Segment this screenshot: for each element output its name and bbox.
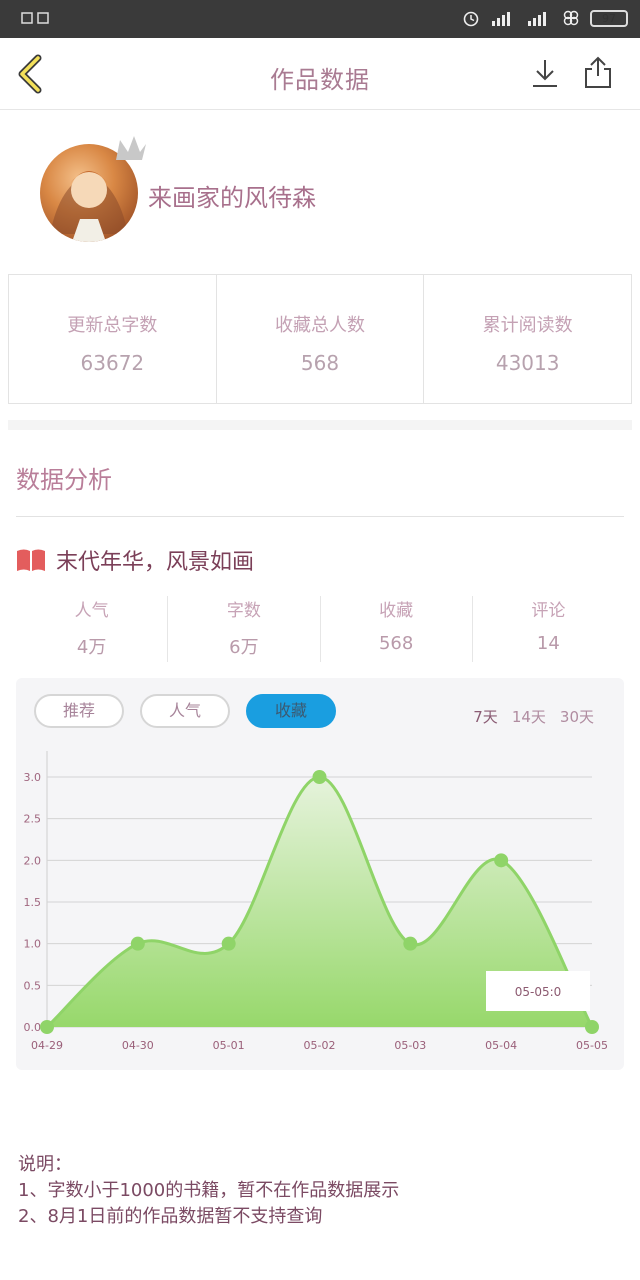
metric-value: 4万 (76, 637, 107, 658)
stat-value: 63672 (80, 351, 145, 375)
metric-label: 收藏 (379, 601, 414, 621)
metric-label: 人气 (74, 601, 109, 621)
battery-icon: 97 (590, 9, 628, 27)
metric-comments: 评论 14 (473, 596, 624, 662)
status-bar: 97 (0, 0, 640, 38)
range-7-days[interactable]: 7天 (473, 706, 498, 727)
x-tick-label: 04-29 (31, 1039, 63, 1052)
tooltip-text: 05-05:0 (515, 985, 562, 999)
notes-heading: 说明： (18, 1154, 72, 1175)
metric-favorites: 收藏 568 (321, 596, 473, 662)
author-name: 来画家的风待森 (148, 184, 316, 212)
stat-value: 568 (300, 351, 340, 375)
analysis-title: 数据分析 (16, 466, 112, 494)
notes: 说明： 1、字数小于1000的书籍，暂不在作品数据展示 2、8月1日前的作品数据… (18, 1152, 399, 1230)
data-point (130, 936, 145, 951)
battery-text: 97 (602, 11, 616, 25)
metric-words: 字数 6万 (168, 596, 321, 662)
share-icon (585, 56, 611, 88)
stat-total-reads: 累计阅读数 43013 (424, 275, 631, 403)
tab-favorites[interactable]: 收藏 (246, 694, 336, 728)
metric-label: 字数 (226, 601, 261, 621)
data-point (494, 853, 509, 868)
stat-total-words: 更新总字数 63672 (9, 275, 217, 403)
nav-bar: 作品数据 (0, 38, 640, 110)
metric-popularity: 人气 4万 (16, 596, 169, 662)
range-14-days[interactable]: 14天 (512, 706, 546, 727)
tab-recommend[interactable]: 推荐 (34, 694, 124, 728)
metric-label: 评论 (531, 601, 566, 621)
totals-grid: 更新总字数 63672 收藏总人数 568 累计阅读数 43013 (8, 274, 632, 404)
note-item: 2、8月1日前的作品数据暂不支持查询 (18, 1206, 323, 1227)
download-button[interactable] (528, 56, 562, 90)
y-tick-label: 1.5 (24, 896, 42, 909)
x-tick-label: 05-05 (576, 1039, 608, 1052)
stat-total-favorites: 收藏总人数 568 (217, 275, 425, 403)
range-30-days[interactable]: 30天 (560, 706, 594, 727)
data-point (403, 936, 418, 951)
x-tick-label: 05-01 (213, 1039, 245, 1052)
notification-icon (21, 12, 49, 24)
book-title: 末代年华，风景如画 (56, 550, 255, 575)
metric-value: 6万 (229, 637, 259, 658)
book-header: 末代年华，风景如画 (16, 544, 254, 576)
data-point (585, 1020, 599, 1034)
metric-value: 14 (536, 633, 560, 654)
x-tick-label: 04-30 (122, 1039, 154, 1052)
stat-label: 收藏总人数 (275, 315, 365, 336)
x-tick-label: 05-02 (304, 1039, 336, 1052)
y-tick-label: 0.5 (24, 979, 42, 992)
y-tick-label: 2.0 (24, 854, 42, 867)
share-button[interactable] (581, 56, 615, 90)
divider (16, 516, 624, 517)
x-tick-label: 05-03 (394, 1039, 426, 1052)
note-item: 1、字数小于1000的书籍，暂不在作品数据展示 (18, 1180, 400, 1201)
signal-hd-icon (490, 9, 516, 27)
alarm-icon (462, 9, 480, 27)
chart-card: 0.0 0.5 1.0 1.5 2.0 2.5 3.0 04-29 04-30 05-01 05-0… (16, 678, 624, 1070)
download-icon (533, 60, 557, 87)
stat-label: 累计阅读数 (482, 315, 573, 336)
data-point (40, 1020, 54, 1034)
stat-label: 更新总字数 (67, 315, 158, 336)
notification-icons (20, 10, 54, 30)
data-point (312, 770, 327, 784)
y-tick-label: 1.0 (24, 938, 42, 951)
stat-value: 43013 (495, 351, 560, 375)
signal-icon (526, 9, 552, 27)
x-tick-label: 05-04 (485, 1039, 517, 1052)
clover-icon (562, 9, 580, 27)
author-profile: 来画家的风待森 (0, 110, 640, 270)
book-icon (17, 549, 45, 571)
range-tabs: 7天 14天 30天 (473, 706, 594, 727)
crown-badge-icon (116, 136, 146, 160)
metric-value: 568 (378, 633, 414, 654)
y-tick-label: 2.5 (24, 813, 42, 826)
tab-popularity[interactable]: 人气 (140, 694, 230, 728)
favorites-chart: 0.0 0.5 1.0 1.5 2.0 2.5 3.0 04-29 04-30 05-01 05-0… (24, 751, 608, 1052)
y-tick-label: 0.0 (24, 1021, 42, 1034)
book-metrics: 人气 4万 字数 6万 收藏 568 评论 14 (16, 596, 624, 662)
data-point (221, 936, 236, 951)
y-tick-label: 3.0 (24, 771, 42, 784)
section-divider (8, 420, 632, 430)
